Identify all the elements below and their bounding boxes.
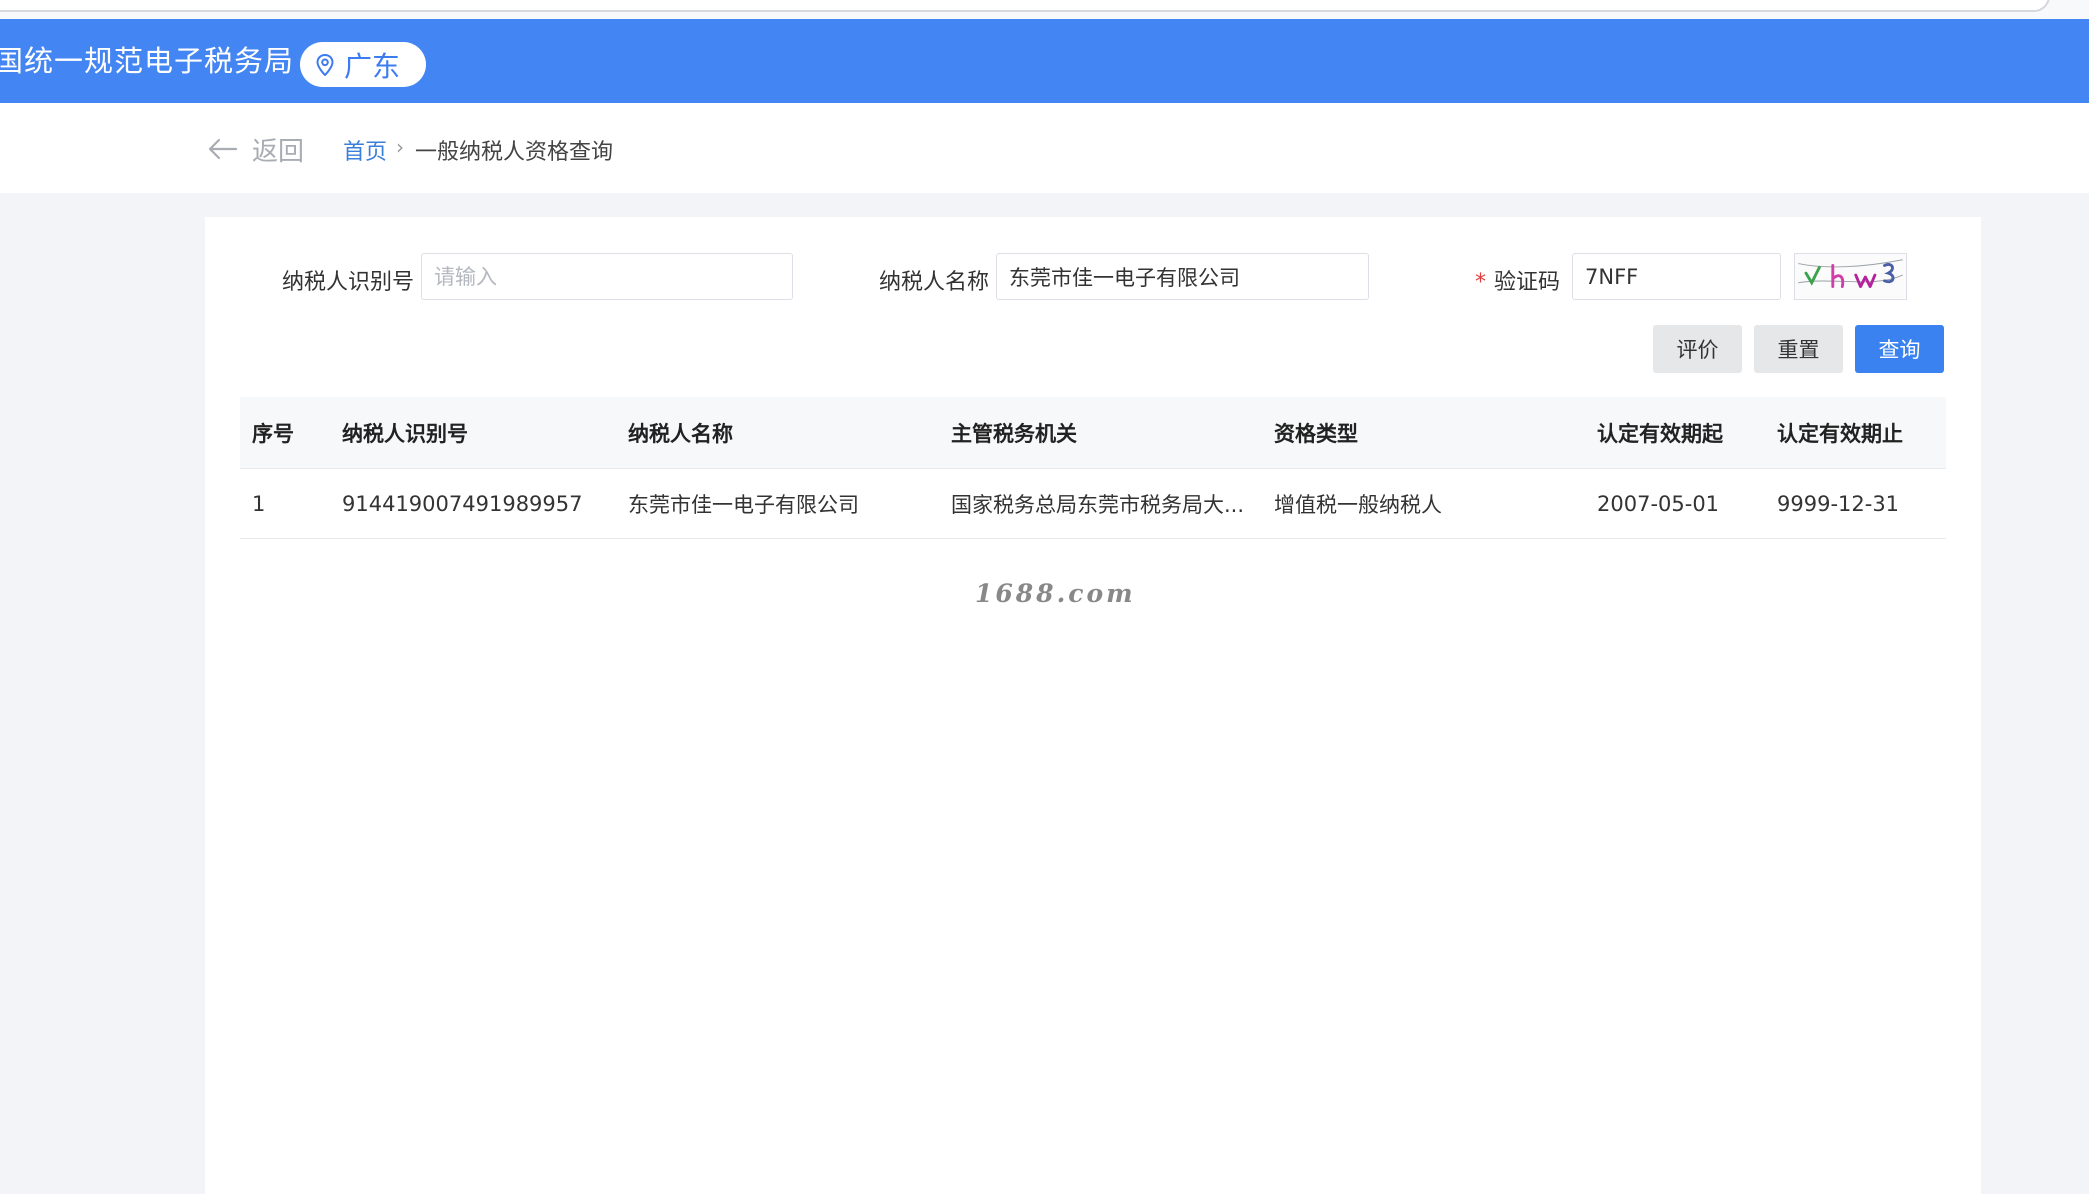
column-header: 认定有效期止: [1777, 421, 1903, 446]
query-panel: 纳税人识别号 纳税人名称 * 验证码 评价 重置 查询 序号 纳税人识别号 纳税人…: [205, 217, 1981, 1194]
table-cell: 增值税一般纳税人: [1274, 492, 1442, 517]
table-row[interactable]: 1 914419007491989957 东莞市佳一电子有限公司 国家税务总局东…: [240, 469, 1946, 539]
results-table: 序号 纳税人识别号 纳税人名称 主管税务机关 资格类型 认定有效期起 认定有效期…: [240, 397, 1946, 539]
taxpayer-id-label: 纳税人识别号: [282, 270, 415, 295]
watermark: 1688.com: [975, 579, 1136, 608]
site-title: 国统一规范电子税务局: [0, 44, 295, 78]
reset-button[interactable]: 重置: [1754, 325, 1843, 373]
column-header: 纳税人名称: [628, 421, 733, 446]
query-button[interactable]: 查询: [1855, 325, 1944, 373]
browser-chrome: [0, 0, 2089, 19]
breadcrumb-separator: ›: [396, 135, 404, 159]
captcha-label-text: 验证码: [1494, 270, 1561, 295]
breadcrumb-home-link[interactable]: 首页: [343, 134, 387, 166]
site-header: 国统一规范电子税务局 广东: [0, 19, 2089, 103]
column-header: 认定有效期起: [1597, 421, 1723, 446]
taxpayer-name-label: 纳税人名称: [879, 270, 990, 295]
evaluate-button[interactable]: 评价: [1653, 325, 1742, 373]
region-selector[interactable]: 广东: [300, 42, 426, 87]
taxpayer-name-input[interactable]: [996, 253, 1369, 300]
table-cell: 1: [252, 491, 266, 516]
table-cell: 2007-05-01: [1597, 491, 1720, 516]
column-header: 序号: [252, 421, 294, 446]
region-label: 广东: [344, 49, 401, 83]
table-cell: 东莞市佳一电子有限公司: [628, 492, 859, 517]
table-header: 序号 纳税人识别号 纳税人名称 主管税务机关 资格类型 认定有效期起 认定有效期…: [240, 397, 1946, 469]
column-header: 纳税人识别号: [342, 421, 468, 446]
address-bar[interactable]: [0, 0, 2050, 12]
captcha-input[interactable]: [1572, 253, 1781, 300]
back-label: 返回: [252, 136, 305, 167]
arrow-left-icon: [208, 138, 238, 160]
table-cell: 914419007491989957: [342, 491, 583, 516]
captcha-image[interactable]: [1794, 253, 1907, 300]
required-mark: *: [1475, 270, 1486, 295]
taxpayer-id-input[interactable]: [421, 253, 793, 300]
back-button[interactable]: 返回: [208, 131, 304, 167]
captcha-label: * 验证码: [1475, 264, 1560, 296]
table-cell: 国家税务总局东莞市税务局大...: [951, 492, 1245, 517]
column-header: 主管税务机关: [951, 421, 1077, 446]
breadcrumb-current: 一般纳税人资格查询: [415, 140, 614, 165]
location-pin-icon: [316, 53, 334, 76]
table-cell: 9999-12-31: [1777, 491, 1900, 516]
captcha-drawing: [1798, 259, 1903, 288]
breadcrumb-bar: 返回 首页 › 一般纳税人资格查询: [0, 103, 2089, 193]
column-header: 资格类型: [1274, 421, 1358, 446]
